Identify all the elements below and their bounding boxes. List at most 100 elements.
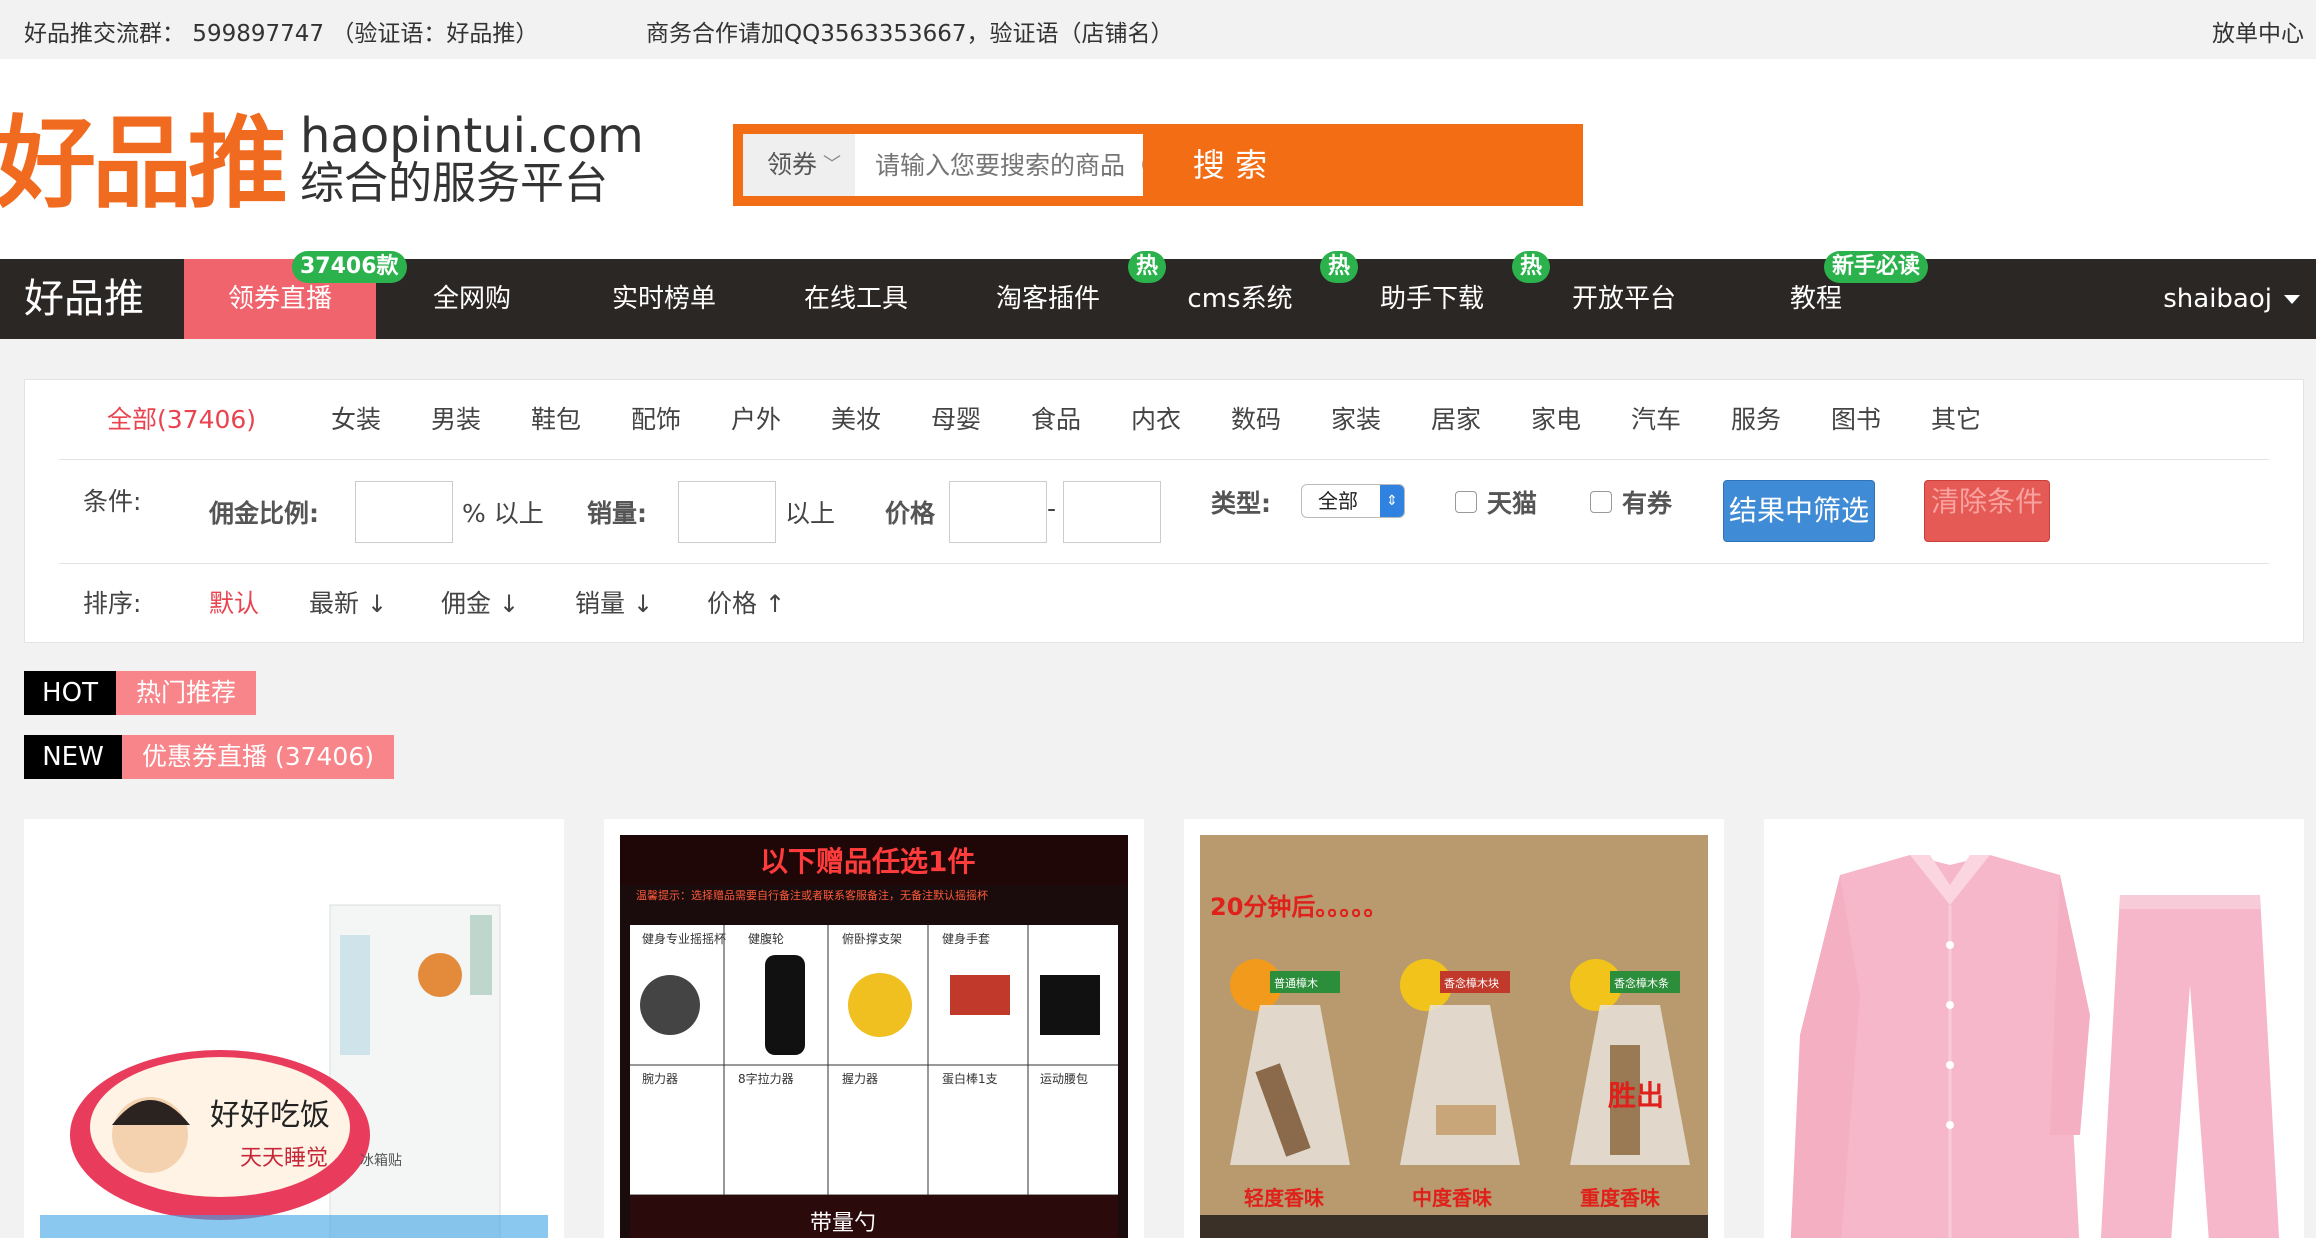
nav-item-label: 开放平台: [1571, 284, 1676, 314]
image-bottom-label: 轻度香味: [1244, 1186, 1324, 1210]
sort-option-label: 价格: [707, 589, 758, 618]
clear-conditions-button[interactable]: 清除条件: [1924, 480, 2050, 542]
sort-newest[interactable]: 最新 ↓: [309, 584, 387, 620]
hot-tag: HOT: [24, 671, 116, 715]
product-image[interactable]: 以下赠品任选1件 温馨提示：选择赠品需要自行备注或者联系客服备注，无备注默认摇摇…: [620, 835, 1128, 1238]
arrow-up-icon: ↑: [765, 590, 786, 618]
tmall-checkbox[interactable]: [1455, 491, 1477, 513]
divider: [59, 459, 2269, 460]
category-tab[interactable]: 居家: [1431, 400, 1481, 436]
category-tab[interactable]: 食品: [1031, 400, 1081, 436]
category-tab[interactable]: 内衣: [1131, 400, 1181, 436]
group-info-text: 好品推交流群： 599897747 （验证语：好品推）: [24, 21, 539, 47]
commission-suffix: % 以上: [462, 499, 544, 528]
sort-commission[interactable]: 佣金 ↓: [441, 584, 519, 620]
type-select-value: 全部: [1318, 489, 1358, 513]
image-bottom-label: 重度香味: [1580, 1186, 1660, 1210]
type-select[interactable]: 全部 ⇕: [1301, 484, 1405, 518]
nav-item-label: 实时榜单: [611, 284, 716, 314]
category-tab[interactable]: 鞋包: [531, 400, 581, 436]
category-tab[interactable]: 美妆: [831, 400, 881, 436]
type-label: 类型:: [1211, 489, 1271, 518]
site-logo[interactable]: 好品推: [0, 109, 288, 219]
nav-badge-new: 新手必读: [1824, 251, 1929, 283]
business-info-text: 商务合作请加QQ3563353667，验证语（店铺名）: [646, 21, 1174, 47]
price-dash: -: [1047, 494, 1057, 523]
image-bottom-label: 中度香味: [1412, 1186, 1492, 1210]
product-image[interactable]: 20分钟后。。。。。 普通樟木 香念樟木块 香念樟木条 胜出 轻度香味 中度香味…: [1200, 835, 1708, 1238]
search-bar: 领券 ﹀ 搜 索: [733, 124, 1583, 206]
product-image-text: 天天睡觉: [240, 1146, 328, 1171]
condition-label: 条件:: [83, 487, 142, 516]
gift-item: 8字拉力器: [738, 1071, 794, 1086]
category-tab[interactable]: 其它: [1931, 400, 1981, 436]
nav-item-all-web[interactable]: 全网购: [376, 259, 568, 339]
commission-input[interactable]: [355, 481, 453, 543]
nav-item-open-platform[interactable]: 开放平台: [1528, 259, 1720, 339]
category-tab-all[interactable]: 全部(37406): [107, 400, 256, 436]
select-arrows-icon: ⇕: [1380, 485, 1404, 517]
category-tab[interactable]: 图书: [1831, 400, 1881, 436]
coupon-checkbox[interactable]: [1590, 491, 1612, 513]
category-tab[interactable]: 配饰: [631, 400, 681, 436]
nav-item-plugin[interactable]: 淘客插件: [952, 259, 1144, 339]
nav-item-label: 全网购: [432, 284, 511, 314]
image-label: 香念樟木条: [1614, 976, 1669, 990]
search-button[interactable]: 搜 索: [1145, 124, 1583, 206]
category-tab[interactable]: 服务: [1731, 400, 1781, 436]
product-image[interactable]: [1780, 835, 2288, 1238]
sales-input[interactable]: [678, 481, 776, 543]
filter-results-button[interactable]: 结果中筛选: [1723, 480, 1875, 542]
sort-sales[interactable]: 销量 ↓: [575, 584, 653, 620]
site-header: 好品推 haopintui.com 综合的服务平台 领券 ﹀ 搜 索: [0, 59, 2316, 259]
sort-default[interactable]: 默认: [209, 584, 259, 620]
nav-item-label: 淘客插件: [995, 284, 1100, 314]
search-input[interactable]: [855, 134, 1143, 196]
sort-option-label: 销量: [575, 589, 626, 618]
nav-item-label: 领券直播: [227, 284, 332, 314]
sort-option-label: 最新: [309, 589, 360, 618]
product-card[interactable]: 以下赠品任选1件 温馨提示：选择赠品需要自行备注或者联系客服备注，无备注默认摇摇…: [604, 819, 1144, 1238]
product-card[interactable]: 好好吃饭 天天睡觉 冰箱贴: [24, 819, 564, 1238]
sales-label: 销量:: [587, 499, 647, 528]
category-tab[interactable]: 户外: [731, 400, 781, 436]
main-nav: 好品推 领券直播 37406款 全网购 实时榜单 在线工具 淘客插件 热 cms…: [0, 251, 2316, 339]
caret-down-icon[interactable]: [2284, 295, 2300, 304]
sort-price[interactable]: 价格 ↑: [707, 584, 785, 620]
user-menu[interactable]: shaibaoj: [2163, 259, 2272, 339]
price-min-input[interactable]: [949, 481, 1047, 543]
product-card[interactable]: [1764, 819, 2304, 1238]
nav-item-ranking[interactable]: 实时榜单: [568, 259, 760, 339]
category-tab[interactable]: 女装: [331, 400, 381, 436]
nav-item-online-tools[interactable]: 在线工具: [760, 259, 952, 339]
chevron-down-icon: ﹀: [823, 154, 841, 175]
category-tab[interactable]: 汽车: [1631, 400, 1681, 436]
logo-domain: haopintui.com: [300, 108, 644, 164]
image-label: 普通樟木: [1274, 976, 1318, 990]
sort-option-label: 佣金: [441, 589, 492, 618]
sort-label: 排序:: [83, 589, 142, 618]
category-tab[interactable]: 家装: [1331, 400, 1381, 436]
category-tab[interactable]: 家电: [1531, 400, 1581, 436]
image-headline: 20分钟后。。。。。: [1210, 893, 1387, 921]
product-image[interactable]: 好好吃饭 天天睡觉 冰箱贴: [40, 835, 548, 1238]
nav-brand[interactable]: 好品推: [24, 259, 144, 339]
nav-item-assistant-download[interactable]: 助手下载: [1336, 259, 1528, 339]
gift-item: 腕力器: [642, 1071, 678, 1086]
logo-slogan: 综合的服务平台: [300, 158, 608, 209]
search-category-select[interactable]: 领券 ﹀: [743, 134, 855, 196]
gift-item: 运动腰包: [1040, 1072, 1088, 1086]
product-card[interactable]: 20分钟后。。。。。 普通樟木 香念樟木块 香念樟木条 胜出 轻度香味 中度香味…: [1184, 819, 1724, 1238]
gift-note: 温馨提示：选择赠品需要自行备注或者联系客服备注，无备注默认摇摇杯: [636, 888, 988, 902]
category-tab[interactable]: 母婴: [931, 400, 981, 436]
gift-title: 以下赠品任选1件: [760, 845, 975, 878]
category-tab[interactable]: 男装: [431, 400, 481, 436]
arrow-down-icon: ↓: [499, 590, 520, 618]
gift-item: 蛋白棒1支: [942, 1071, 998, 1086]
product-image-text: 好好吃饭: [210, 1098, 330, 1133]
price-max-input[interactable]: [1063, 481, 1161, 543]
category-tab[interactable]: 数码: [1231, 400, 1281, 436]
nav-item-label: 在线工具: [803, 284, 908, 314]
nav-item-cms[interactable]: cms系统: [1144, 259, 1336, 339]
publish-center-link[interactable]: 放单中心: [2212, 14, 2304, 48]
